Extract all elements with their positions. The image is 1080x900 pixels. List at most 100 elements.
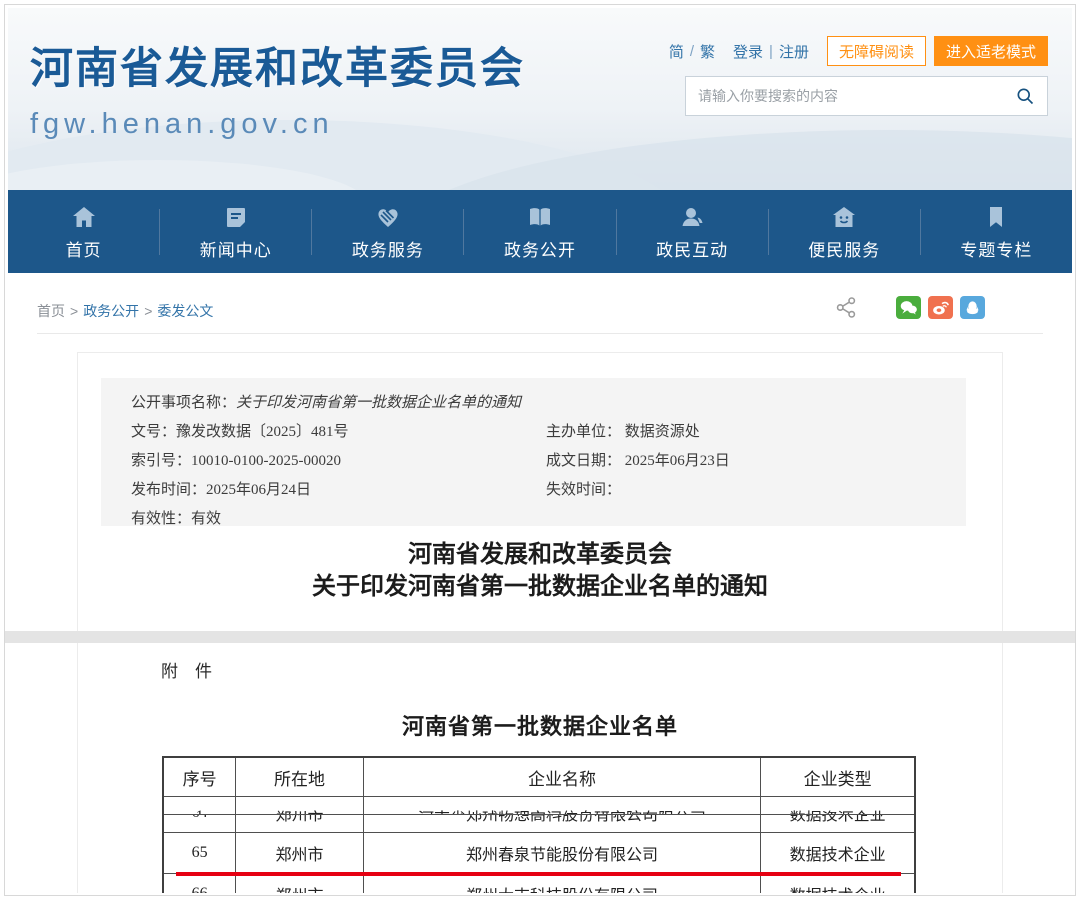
info-validity: 有效性： 有效 — [131, 507, 966, 531]
weibo-share-icon[interactable] — [928, 296, 953, 319]
cell-no: 64 — [164, 814, 235, 832]
nav-item-home[interactable]: 首页 — [8, 202, 159, 261]
home-icon — [71, 204, 97, 230]
cell-name: 郑州畅想高科股份有限公司 — [363, 814, 761, 832]
enterprise-table: 序号 所在地 企业名称 企业类型 1 郑州市 河南省地球物理空间信息研究院有限公… — [162, 756, 916, 893]
cell-no: 66 — [164, 874, 235, 893]
site-header: 河南省发展和改革委员会 fgw.henan.gov.cn 简 / 繁 登录 | … — [8, 8, 1072, 190]
info-row: 发布时间： 2025年06月24日 失效时间： — [131, 478, 966, 502]
bookmark-icon — [983, 204, 1009, 230]
cell-city: 郑州市 — [235, 797, 363, 814]
wechat-share-icon[interactable] — [896, 296, 921, 319]
news-icon — [223, 204, 249, 230]
search-box — [685, 76, 1048, 116]
attachment-label: 附 件 — [161, 657, 212, 682]
table-header-row: 序号 所在地 企业名称 企业类型 — [164, 758, 914, 796]
column-header-type: 企业类型 — [760, 758, 914, 796]
nav-item-topics[interactable]: 专题专栏 — [921, 202, 1072, 261]
cell-city: 郑州市 — [235, 874, 363, 893]
table-row: 64 郑州市 郑州畅想高科股份有限公司 数据技术企业 — [164, 814, 914, 832]
cell-no: 1 — [164, 797, 235, 814]
nav-label: 政务公开 — [464, 236, 615, 261]
table-row-clipped: 66 郑州市 郑州大吉科技股份有限公司 数据技术企业 — [164, 873, 914, 893]
lang-traditional-link[interactable]: 繁 — [700, 41, 715, 62]
nav-label: 政民互动 — [617, 236, 768, 261]
cell-name: 河南省地球物理空间信息研究院有限公司 — [363, 797, 761, 814]
elder-mode-button[interactable]: 进入适老模式 — [934, 36, 1048, 66]
site-url: fgw.henan.gov.cn — [30, 108, 525, 141]
register-link[interactable]: 注册 — [779, 41, 809, 62]
page: 河南省发展和改革委员会 fgw.henan.gov.cn 简 / 繁 登录 | … — [0, 0, 1080, 900]
share-toolbar — [834, 295, 985, 320]
info-value: 有效 — [191, 507, 221, 531]
column-header-no: 序号 — [164, 758, 235, 796]
nav-item-interaction[interactable]: 政民互动 — [617, 202, 768, 261]
table-row: 1 郑州市 河南省地球物理空间信息研究院有限公司 数据资源企业 — [164, 797, 914, 814]
info-row: 文号： 豫发改数据〔2025〕481号 主办单位： 数据资源处 — [131, 420, 966, 444]
cell-name: 郑州大吉科技股份有限公司 — [363, 874, 761, 893]
breadcrumb-disclosure[interactable]: 政务公开 — [83, 301, 139, 321]
qq-share-icon[interactable] — [960, 296, 985, 319]
site-title: 河南省发展和改革委员会 — [30, 34, 525, 96]
document-title: 河南省发展和改革委员会 关于印发河南省第一批数据企业名单的通知 — [78, 539, 1002, 603]
login-link[interactable]: 登录 — [733, 41, 763, 62]
nav-label: 便民服务 — [769, 236, 920, 261]
nav-label: 政务服务 — [312, 236, 463, 261]
account-separator: | — [769, 43, 773, 60]
account-links: 登录 | 注册 — [733, 41, 809, 62]
table-row-highlighted: 65 郑州市 郑州春泉节能股份有限公司 数据技术企业 — [164, 832, 914, 873]
cell-type: 数据资源企业 — [760, 797, 914, 814]
info-label: 主办单位： — [546, 424, 621, 440]
search-input[interactable] — [698, 88, 1015, 104]
lang-simplified-link[interactable]: 简 — [669, 41, 684, 62]
info-label: 索引号： — [131, 449, 191, 473]
accessibility-button[interactable]: 无障碍阅读 — [827, 36, 926, 66]
cell-type: 数据技术企业 — [760, 814, 914, 832]
info-publish-date: 发布时间： 2025年06月24日 — [131, 478, 546, 502]
share-icon[interactable] — [834, 295, 859, 320]
utility-bar: 简 / 繁 登录 | 注册 无障碍阅读 进入适老模式 — [669, 36, 1048, 66]
cell-type: 数据技术企业 — [760, 833, 914, 873]
lang-separator: / — [690, 43, 694, 60]
article-panel-bottom: 附 件 河南省第一批数据企业名单 序号 所在地 企业名称 企业类型 1 郑州市 … — [77, 643, 1003, 893]
nav-item-convenience[interactable]: 便民服务 — [769, 202, 920, 261]
info-label: 失效时间： — [546, 482, 621, 498]
nav-label: 新闻中心 — [160, 236, 311, 261]
breadcrumb-separator: > — [144, 303, 152, 319]
open-book-icon — [527, 204, 553, 230]
nav-label: 专题专栏 — [921, 236, 1072, 261]
info-row: 索引号： 10010-0100-2025-00020 成文日期： 2025年06… — [131, 449, 966, 473]
nav-label: 首页 — [8, 236, 159, 261]
column-header-name: 企业名称 — [363, 758, 761, 796]
site-identity: 河南省发展和改革委员会 fgw.henan.gov.cn — [30, 34, 525, 141]
info-value: 2025年06月24日 — [206, 478, 311, 502]
panel-gap — [5, 631, 1075, 643]
search-icon[interactable] — [1015, 86, 1035, 106]
info-doc-number: 文号： 豫发改数据〔2025〕481号 — [131, 420, 546, 444]
person-icon — [679, 204, 705, 230]
info-item-name: 公开事项名称： 关于印发河南省第一批数据企业名单的通知 — [131, 391, 966, 415]
nav-item-disclosure[interactable]: 政务公开 — [464, 202, 615, 261]
info-org: 主办单位： 数据资源处 — [546, 420, 700, 444]
info-date: 成文日期： 2025年06月23日 — [546, 449, 730, 473]
convenience-icon — [831, 204, 857, 230]
info-index-number: 索引号： 10010-0100-2025-00020 — [131, 449, 546, 473]
document-title-line2: 关于印发河南省第一批数据企业名单的通知 — [78, 571, 1002, 603]
info-value: 数据资源处 — [625, 424, 700, 440]
info-value: 2025年06月23日 — [625, 453, 730, 469]
nav-item-news[interactable]: 新闻中心 — [160, 202, 311, 261]
info-label: 发布时间： — [131, 478, 206, 502]
info-label: 有效性： — [131, 507, 191, 531]
column-header-city: 所在地 — [235, 758, 363, 796]
breadcrumb-documents[interactable]: 委发公文 — [157, 301, 213, 321]
language-switch: 简 / 繁 — [669, 41, 715, 62]
breadcrumb-home[interactable]: 首页 — [37, 301, 65, 321]
attachment-table-title: 河南省第一批数据企业名单 — [78, 709, 1002, 741]
info-label: 公开事项名称： — [131, 391, 236, 415]
cell-no: 65 — [164, 833, 235, 873]
main-nav: 首页 新闻中心 政务服务 — [8, 190, 1072, 273]
service-icon — [375, 204, 401, 230]
nav-item-services[interactable]: 政务服务 — [312, 202, 463, 261]
cell-city: 郑州市 — [235, 814, 363, 832]
cell-city: 郑州市 — [235, 833, 363, 873]
